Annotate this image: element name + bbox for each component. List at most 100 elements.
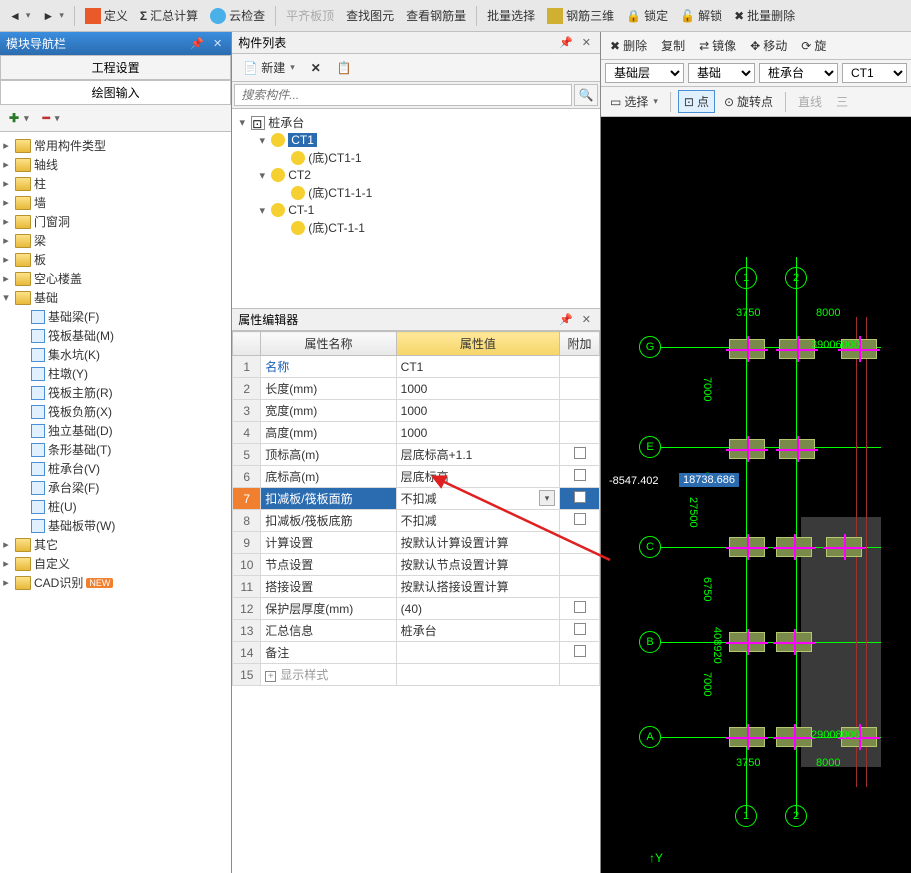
tree-leaf[interactable]: 筏板主筋(R) (16, 383, 231, 402)
tree-leaf[interactable]: 基础板带(W) (16, 516, 231, 535)
prop-row[interactable]: 7 扣减板/筏板面筋 不扣减▾ (233, 488, 600, 510)
search-button[interactable]: 🔍 (574, 84, 598, 106)
tab-draw-input[interactable]: 绘图输入 (0, 80, 231, 105)
collapse-button[interactable]: ━▾ (38, 109, 65, 127)
tree-item[interactable]: ▸柱 (0, 174, 231, 193)
tree-item[interactable]: ▸轴线 (0, 155, 231, 174)
prop-row[interactable]: 11 搭接设置 按默认搭接设置计算 (233, 576, 600, 598)
tree-leaf[interactable]: 柱墩(Y) (16, 364, 231, 383)
tree-leaf[interactable]: 筏板基础(M) (16, 326, 231, 345)
tree-item[interactable]: ▸空心楼盖 (0, 269, 231, 288)
pile-cap[interactable] (779, 439, 815, 459)
tree-leaf[interactable]: 集水坑(K) (16, 345, 231, 364)
copy-component-button[interactable]: 📋 (332, 59, 357, 77)
align-button[interactable]: 平齐板顶 (281, 5, 339, 26)
ct-leaf[interactable]: (底)CT1-1-1 (276, 183, 596, 202)
pile-cap[interactable] (776, 727, 812, 747)
undo-button[interactable]: ◄▾ (4, 7, 35, 25)
panel-pin-close[interactable]: 📌 ✕ (190, 37, 225, 50)
vp-select-button[interactable]: ▭选择▾ (605, 91, 663, 112)
nav-tree[interactable]: ▸常用构件类型▸轴线▸柱▸墙▸门窗洞▸梁▸板▸空心楼盖▾基础基础梁(F)筏板基础… (0, 132, 231, 873)
tree-item[interactable]: ▸墙 (0, 193, 231, 212)
vp-line-button[interactable]: 直线 (793, 91, 827, 112)
unlock-button[interactable]: 🔓解锁 (675, 5, 727, 26)
item-select[interactable]: CT1 (842, 63, 907, 83)
tab-project-settings[interactable]: 工程设置 (0, 55, 231, 80)
pile-cap[interactable] (826, 537, 862, 557)
tree-item[interactable]: ▸梁 (0, 231, 231, 250)
tree-item[interactable]: ▸门窗洞 (0, 212, 231, 231)
tree-leaf[interactable]: 筏板负筋(X) (16, 402, 231, 421)
expand-button[interactable]: ✚▾ (4, 109, 34, 127)
prop-row[interactable]: 15 +显示样式 (233, 664, 600, 686)
prop-row[interactable]: 1 名称 CT1 (233, 356, 600, 378)
prop-row[interactable]: 8 扣减板/筏板底筋 不扣减 (233, 510, 600, 532)
tree-item[interactable]: ▸CAD识别NEW (0, 573, 231, 592)
rebar-qty-button[interactable]: 查看钢筋量 (401, 5, 471, 26)
new-component-button[interactable]: 📄新建▾ (238, 57, 300, 78)
sum-button[interactable]: Σ 汇总计算 (135, 5, 203, 26)
pile-cap[interactable] (776, 537, 812, 557)
vp-rotpoint-button[interactable]: ⊙旋转点 (719, 91, 778, 112)
prop-row[interactable]: 5 顶标高(m) 层底标高+1.1 (233, 444, 600, 466)
vp-tri-button[interactable]: 三 (831, 91, 853, 112)
pile-cap[interactable] (729, 537, 765, 557)
lock-button[interactable]: 🔒锁定 (621, 5, 673, 26)
delete-component-button[interactable]: ✕ (306, 59, 326, 77)
pile-cap[interactable] (776, 632, 812, 652)
vp-copy-button[interactable]: 复制 (656, 35, 690, 56)
ct-root[interactable]: ▾⊡桩承台 (236, 113, 596, 132)
cloud-check-button[interactable]: 云检查 (205, 5, 270, 26)
tree-leaf[interactable]: 桩承台(V) (16, 459, 231, 478)
layer-select[interactable]: 基础层 (605, 63, 684, 83)
pile-cap[interactable] (729, 632, 765, 652)
pile-cap[interactable] (779, 339, 815, 359)
redo-button[interactable]: ►▾ (37, 7, 68, 25)
prop-row[interactable]: 14 备注 (233, 642, 600, 664)
tree-item[interactable]: ▸自定义 (0, 554, 231, 573)
prop-row[interactable]: 12 保护层厚度(mm) (40) (233, 598, 600, 620)
rebar-3d-button[interactable]: 钢筋三维 (542, 5, 619, 26)
find-button[interactable]: 查找图元 (341, 5, 399, 26)
tree-item[interactable]: ▾基础 (0, 288, 231, 307)
tree-leaf[interactable]: 基础梁(F) (16, 307, 231, 326)
batch-select-button[interactable]: 批量选择 (482, 5, 540, 26)
prop-row[interactable]: 6 底标高(m) 层底标高 (233, 466, 600, 488)
tree-leaf[interactable]: 桩(U) (16, 497, 231, 516)
vp-rotate-button[interactable]: ⟳旋 (796, 35, 831, 56)
tree-leaf[interactable]: 条形基础(T) (16, 440, 231, 459)
category-select[interactable]: 基础 (688, 63, 755, 83)
property-table[interactable]: 属性名称属性值附加 1 名称 CT1 2 长度(mm) 1000 3 宽度(mm… (232, 331, 600, 873)
vp-point-button[interactable]: ⊡点 (678, 90, 715, 113)
define-button[interactable]: 定义 (80, 5, 133, 26)
tree-leaf[interactable]: 独立基础(D) (16, 421, 231, 440)
pile-cap[interactable] (729, 339, 765, 359)
ct-node[interactable]: ▾CT2 (256, 167, 596, 183)
ct-node[interactable]: ▾CT-1 (256, 202, 596, 218)
tree-leaf[interactable]: 承台梁(F) (16, 478, 231, 497)
tree-item[interactable]: ▸其它 (0, 535, 231, 554)
vp-mirror-button[interactable]: ⇄镜像 (694, 35, 741, 56)
ct-node[interactable]: ▾CT1 (256, 132, 596, 148)
pile-cap[interactable] (729, 727, 765, 747)
component-tree[interactable]: ▾⊡桩承台▾CT1(底)CT1-1▾CT2(底)CT1-1-1▾CT-1(底)C… (232, 109, 600, 309)
tree-item[interactable]: ▸常用构件类型 (0, 136, 231, 155)
vp-delete-button[interactable]: ✖删除 (605, 35, 652, 56)
prop-row[interactable]: 13 汇总信息 桩承台 (233, 620, 600, 642)
drawing-viewport[interactable]: GECBA11223750800037508000390060002900800… (601, 117, 911, 873)
prop-pin-close[interactable]: 📌 ✕ (559, 313, 594, 326)
prop-row[interactable]: 3 宽度(mm) 1000 (233, 400, 600, 422)
ct-leaf[interactable]: (底)CT1-1 (276, 148, 596, 167)
list-pin-close[interactable]: 📌 ✕ (559, 36, 594, 49)
tree-item[interactable]: ▸板 (0, 250, 231, 269)
subcategory-select[interactable]: 桩承台 (759, 63, 838, 83)
pile-cap[interactable] (729, 439, 765, 459)
vp-move-button[interactable]: ✥移动 (745, 35, 792, 56)
prop-row[interactable]: 9 计算设置 按默认计算设置计算 (233, 532, 600, 554)
prop-row[interactable]: 10 节点设置 按默认节点设置计算 (233, 554, 600, 576)
search-input[interactable] (234, 84, 572, 106)
prop-row[interactable]: 4 高度(mm) 1000 (233, 422, 600, 444)
prop-row[interactable]: 2 长度(mm) 1000 (233, 378, 600, 400)
batch-delete-button[interactable]: ✖批量删除 (729, 5, 800, 26)
ct-leaf[interactable]: (底)CT-1-1 (276, 218, 596, 237)
